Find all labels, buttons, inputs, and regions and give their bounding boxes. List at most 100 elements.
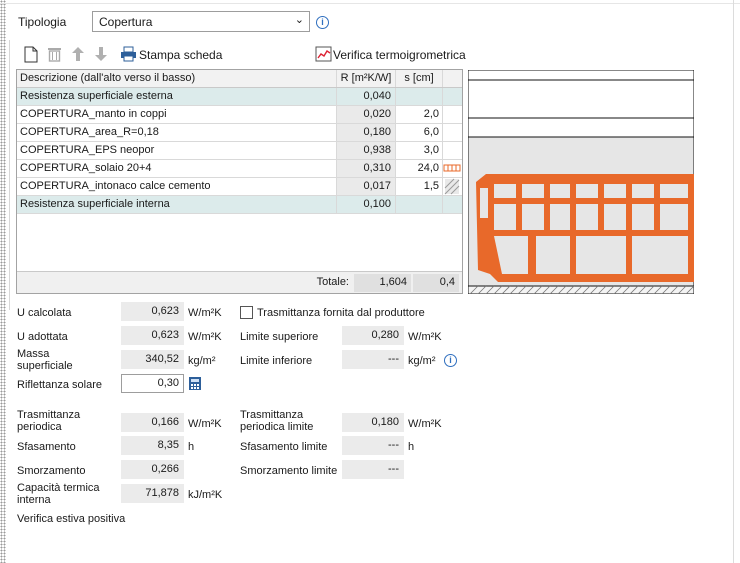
table-header: Descrizione (dall'alto verso il basso) R… [17,70,462,88]
row-s[interactable]: 6,0 [395,124,442,141]
row-r: 0,180 [336,124,395,141]
row-pattern [442,124,462,141]
massa-label-2: superficiale [17,360,73,372]
row-s [395,196,442,213]
info-icon[interactable]: i [316,16,329,29]
trasm-periodica-limite-value: 0,180 [342,413,404,432]
arrow-down-icon[interactable] [92,46,110,64]
document-icon[interactable] [22,46,40,64]
trasm-periodica-limite-unit: W/m²K [408,418,442,430]
header-pattern [442,70,462,87]
sfasamento-label: Sfasamento [17,441,76,453]
row-s[interactable]: 3,0 [395,142,442,159]
totals-bar: Totale: 1,604 0,4 [17,271,462,293]
capacita-value: 71,878 [121,484,184,503]
smorzamento-label: Smorzamento [17,465,86,477]
table-row[interactable]: COPERTURA_solaio 20+4 0,310 24,0 [17,160,462,178]
tipologia-select[interactable]: Copertura ⌄ [92,11,310,32]
printer-icon[interactable] [119,46,137,64]
riflettanza-input[interactable]: 0,30 [121,374,184,393]
u-calcolata-label: U calcolata [17,307,72,319]
row-r: 0,040 [336,88,395,105]
top-divider [0,3,740,4]
sfasamento-unit: h [188,441,195,453]
limite-inferiore-unit: kg/m² [408,355,436,367]
header-s: s [cm] [395,70,442,87]
sfasamento-limite-value: --- [342,436,404,455]
row-description: COPERTURA_EPS neopor [20,144,155,156]
smorzamento-limite-label: Smorzamento limite [240,465,338,477]
table-row[interactable]: COPERTURA_intonaco calce cemento 0,017 1… [17,178,462,196]
stratigraphy-diagram [467,69,695,295]
row-pattern [442,142,462,159]
row-s[interactable]: 24,0 [395,160,442,177]
total-s: 0,4 [413,274,459,292]
u-calcolata-unit: W/m²K [188,307,222,319]
row-s[interactable]: 2,0 [395,106,442,123]
table-row[interactable]: Resistenza superficiale esterna 0,040 [17,88,462,106]
layers-table: Descrizione (dall'alto verso il basso) R… [16,69,463,294]
header-r: R [m²K/W] [336,70,395,87]
trash-icon[interactable] [45,46,63,64]
right-divider [733,0,734,563]
u-adottata-label: U adottata [17,331,68,343]
table-row[interactable]: COPERTURA_manto in coppi 0,020 2,0 [17,106,462,124]
hatch-pattern-icon [442,178,462,195]
header-description: Descrizione (dall'alto verso il basso) [20,72,196,84]
sfasamento-value: 8,35 [121,436,184,455]
tipologia-value: Copertura [99,15,153,29]
row-pattern [442,196,462,213]
total-label: Totale: [316,276,349,288]
resize-handle[interactable] [0,0,6,563]
trasm-periodica-label-1: Trasmittanza [17,409,81,421]
brick-pattern-icon [442,160,462,177]
row-s [395,88,442,105]
row-r: 0,938 [336,142,395,159]
capacita-label-2: interna [17,494,51,506]
table-row[interactable]: Resistenza superficiale interna 0,100 [17,196,462,214]
capacita-unit: kJ/m²K [188,489,223,501]
left-guide-line [9,40,10,310]
row-description: Resistenza superficiale esterna [20,90,173,102]
trasm-periodica-label-2: periodica [17,421,62,433]
produttore-checkbox[interactable] [240,306,253,319]
massa-label-1: Massa [17,348,50,360]
row-pattern [442,106,462,123]
chevron-down-icon: ⌄ [294,14,304,26]
tipologia-label: Tipologia [18,15,67,29]
row-description: COPERTURA_area_R=0,18 [20,126,159,138]
limite-superiore-label: Limite superiore [240,331,319,343]
info-icon[interactable]: i [444,354,457,367]
table-row[interactable]: COPERTURA_area_R=0,18 0,180 6,0 [17,124,462,142]
smorzamento-value: 0,266 [121,460,184,479]
total-r: 1,604 [354,274,411,292]
u-adottata-value: 0,623 [121,326,184,345]
row-r: 0,310 [336,160,395,177]
limite-superiore-unit: W/m²K [408,331,442,343]
sfasamento-limite-label: Sfasamento limite [240,441,328,453]
row-description: COPERTURA_intonaco calce cemento [20,180,211,192]
riflettanza-label: Riflettanza solare [17,379,102,391]
trasm-periodica-limite-label-1: Trasmittanza [240,409,304,421]
row-r: 0,017 [336,178,395,195]
row-r: 0,020 [336,106,395,123]
u-adottata-unit: W/m²K [188,331,222,343]
limite-inferiore-value: --- [342,350,404,369]
massa-unit: kg/m² [188,355,216,367]
chart-icon[interactable] [314,46,332,64]
limite-superiore-value: 0,280 [342,326,404,345]
calculator-icon[interactable] [188,376,202,391]
row-s[interactable]: 1,5 [395,178,442,195]
u-calcolata-value: 0,623 [121,302,184,321]
trasm-periodica-unit: W/m²K [188,418,222,430]
arrow-up-icon[interactable] [69,46,87,64]
sfasamento-limite-unit: h [408,441,415,453]
produttore-label: Trasmittanza fornita dal produttore [257,307,425,319]
row-r: 0,100 [336,196,395,213]
verifica-estiva-text: Verifica estiva positiva [17,513,126,525]
print-button[interactable]: Stampa scheda [139,48,222,62]
trasm-periodica-value: 0,166 [121,413,184,432]
table-row[interactable]: COPERTURA_EPS neopor 0,938 3,0 [17,142,462,160]
verify-button[interactable]: Verifica termoigrometrica [333,48,466,62]
trasm-periodica-limite-label-2: periodica limite [240,421,314,433]
